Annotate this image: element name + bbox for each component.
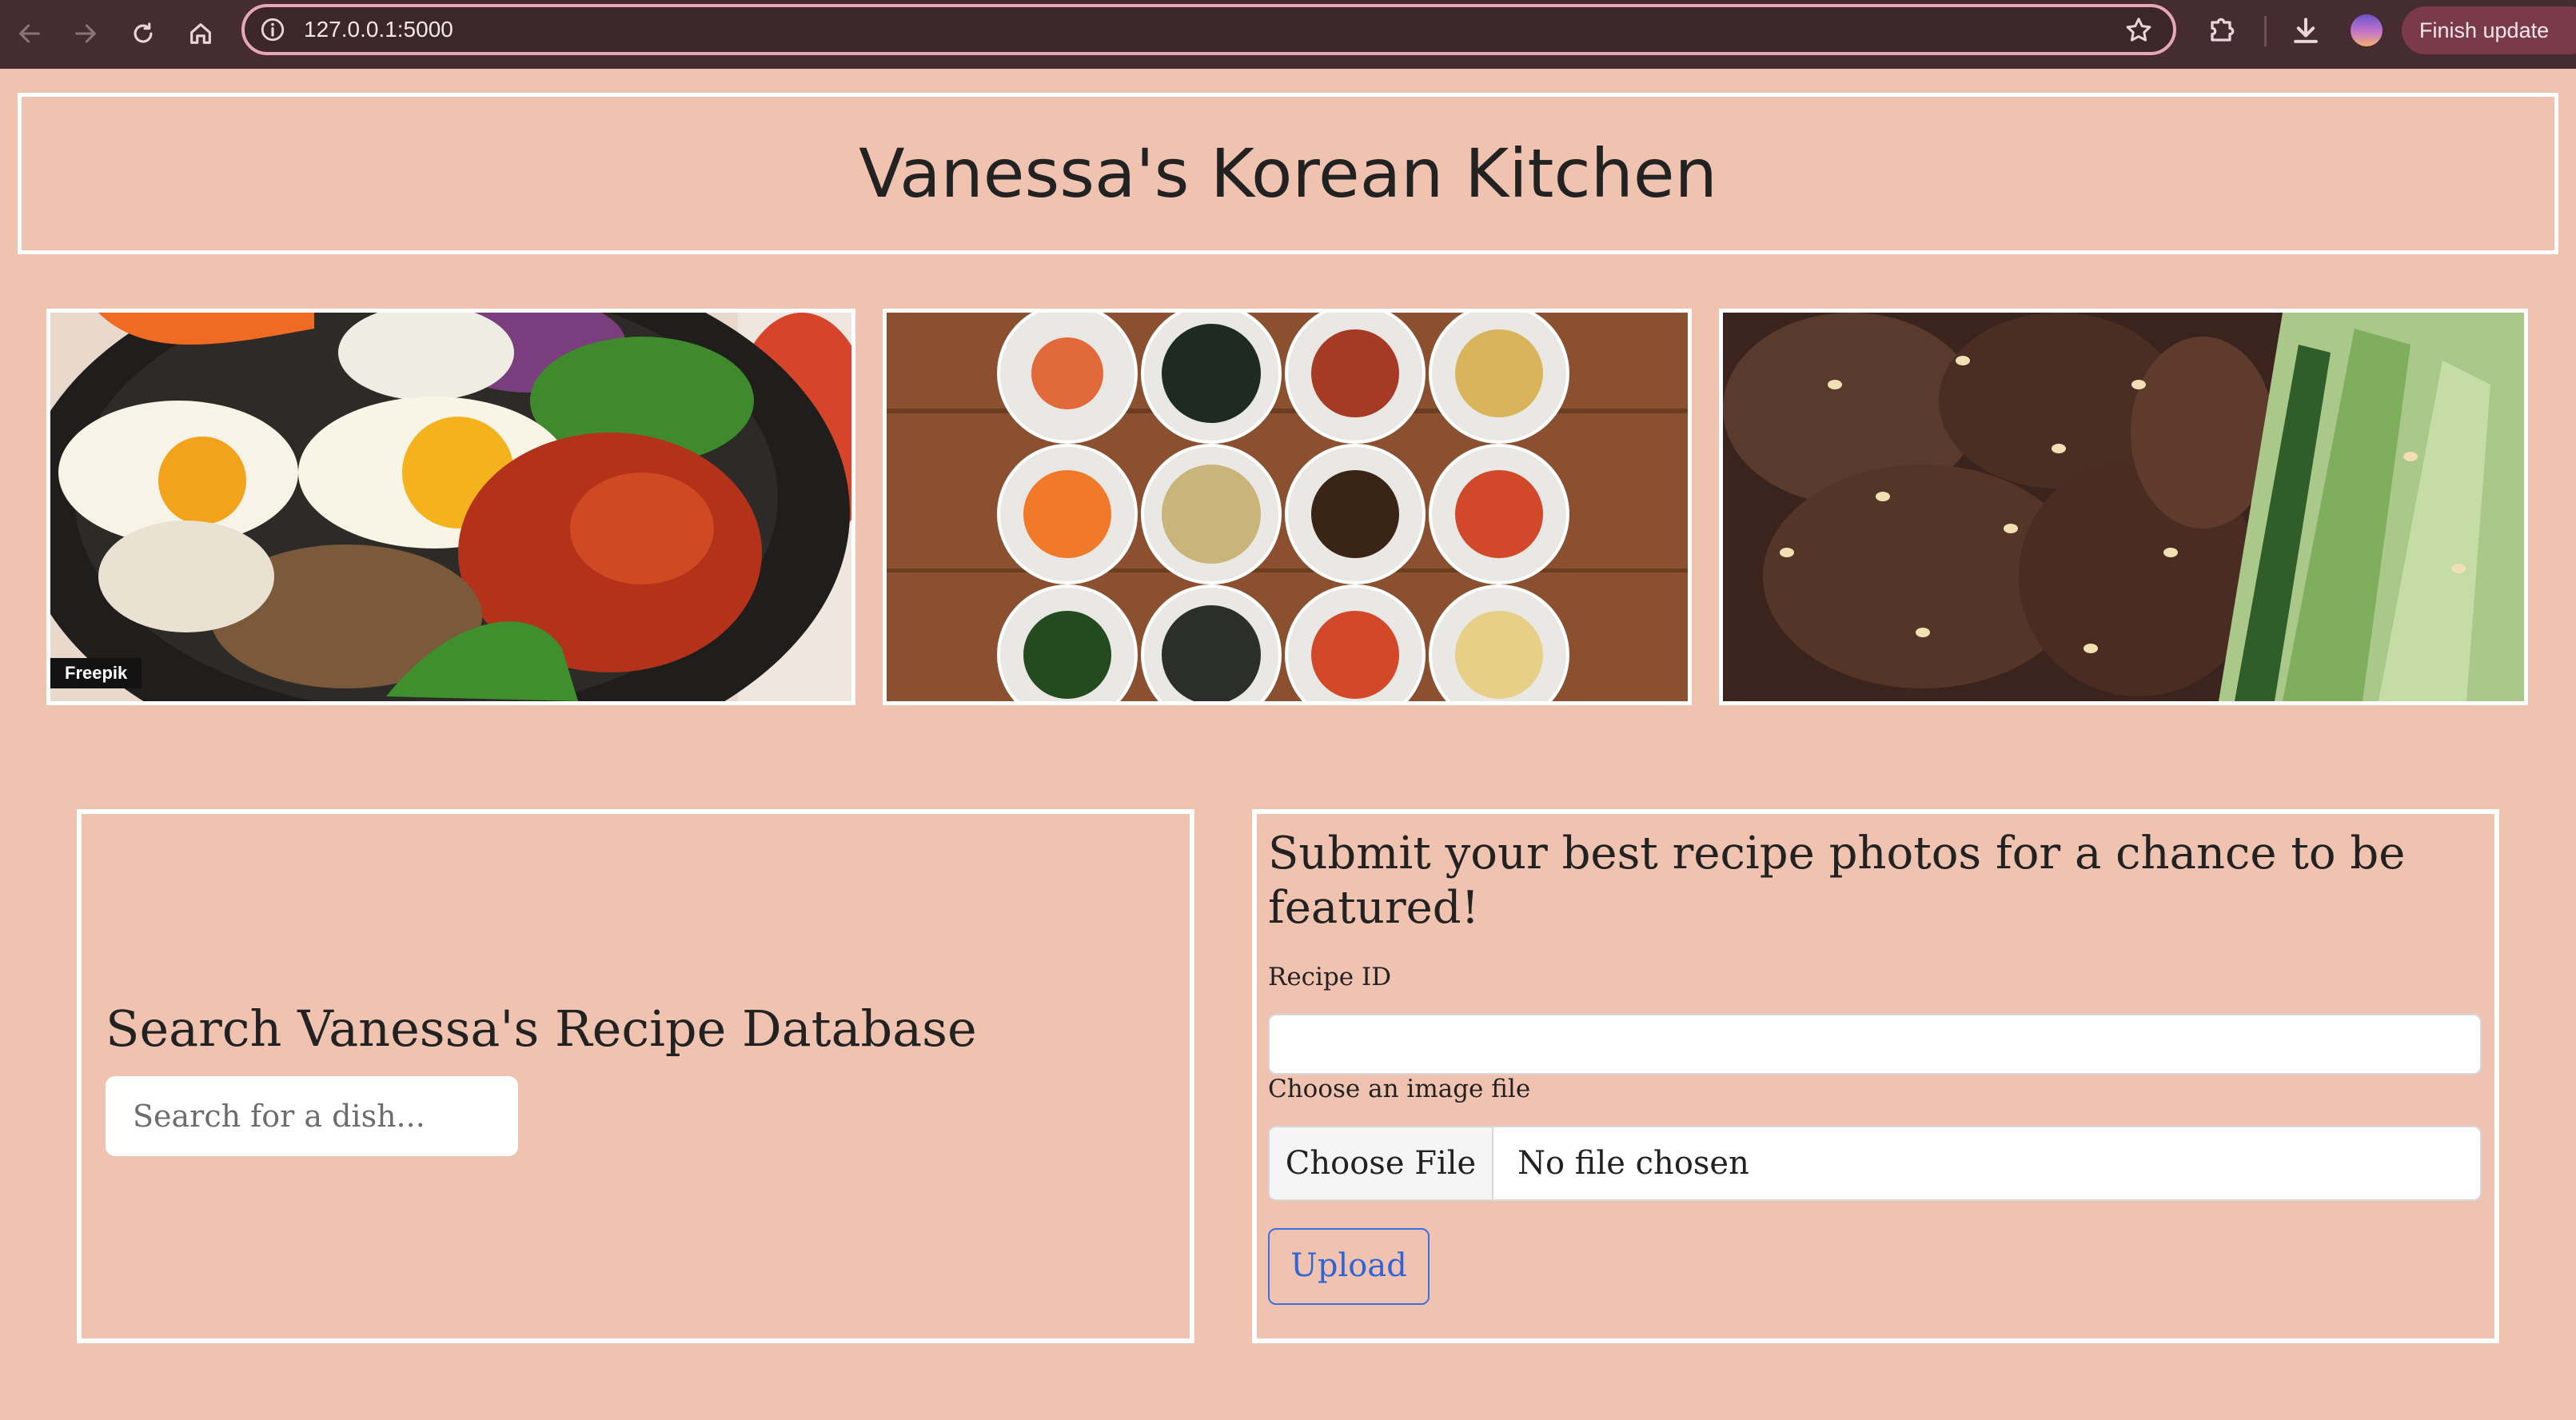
search-panel: Search Vanessa's Recipe Database <box>77 809 1194 1343</box>
search-heading: Search Vanessa's Recipe Database <box>106 999 977 1058</box>
file-status-text: No file chosen <box>1517 1145 1749 1182</box>
recipe-id-label: Recipe ID <box>1268 963 1392 991</box>
choose-file-button[interactable]: Choose File <box>1270 1127 1493 1199</box>
download-icon[interactable] <box>2288 14 2323 49</box>
site-info-icon[interactable] <box>259 16 286 43</box>
bibimbap-photo: Freepik <box>46 309 855 705</box>
image-file-label: Choose an image file <box>1268 1075 1531 1103</box>
reload-icon[interactable] <box>123 14 163 54</box>
back-arrow-icon[interactable] <box>10 14 50 54</box>
toolbar-divider <box>2264 16 2267 46</box>
upload-heading: Submit your best recipe photos for a cha… <box>1268 828 2406 934</box>
upload-panel: Submit your best recipe photos for a cha… <box>1252 809 2499 1343</box>
site-header: Vanessa's Korean Kitchen <box>18 93 2558 254</box>
finish-update-label: Finish update <box>2419 18 2550 42</box>
extensions-icon[interactable] <box>2203 14 2239 49</box>
url-text[interactable]: 127.0.0.1:5000 <box>304 14 453 46</box>
browser-toolbar: 127.0.0.1:5000 Finish update ⋮ <box>0 0 2576 69</box>
address-bar[interactable]: 127.0.0.1:5000 <box>241 4 2176 55</box>
image-file-input[interactable]: Choose File No file chosen <box>1268 1126 2482 1201</box>
site-title: Vanessa's Korean Kitchen <box>859 134 1717 213</box>
finish-update-button[interactable]: Finish update ⋮ <box>2402 6 2576 54</box>
bulgogi-photo <box>1719 309 2528 705</box>
forward-arrow-icon[interactable] <box>66 14 106 54</box>
bookmark-star-icon[interactable] <box>2123 15 2154 46</box>
profile-avatar[interactable] <box>2351 14 2383 46</box>
banchan-photo <box>883 309 1692 705</box>
recipe-id-input[interactable] <box>1268 1014 2482 1075</box>
browser-menu-icon[interactable]: ⋮ <box>2572 6 2576 54</box>
upload-button[interactable]: Upload <box>1268 1228 1430 1305</box>
photo-credit-badge: Freepik <box>50 658 142 688</box>
search-input[interactable] <box>106 1076 518 1156</box>
home-icon[interactable] <box>181 14 221 54</box>
